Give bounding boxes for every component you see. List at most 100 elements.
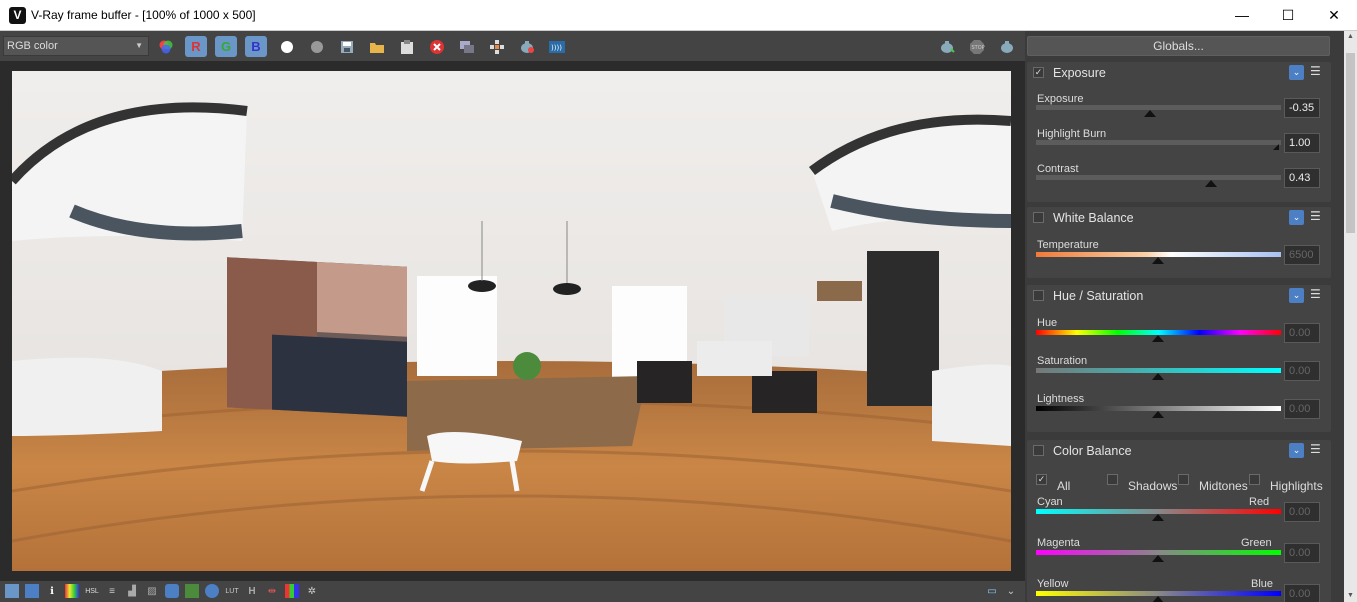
- hamburger-menu-icon[interactable]: ☰: [1310, 443, 1322, 456]
- temperature-slider-thumb[interactable]: [1152, 257, 1164, 264]
- hue-saturation-enable-checkbox[interactable]: [1033, 290, 1044, 301]
- title-bar: V V-Ray frame buffer - [100% of 1000 x 5…: [0, 0, 1357, 31]
- exposure-title: Exposure: [1053, 66, 1106, 80]
- rgb-bars-icon[interactable]: [285, 584, 299, 598]
- chevron-collapse-icon[interactable]: ⌄: [1289, 288, 1304, 303]
- color-corrections-icon[interactable]: [5, 584, 19, 598]
- color-balance-enable-checkbox[interactable]: [1033, 445, 1044, 456]
- stop-render-icon[interactable]: STOP: [966, 36, 988, 57]
- shadows-checkbox[interactable]: [1107, 474, 1118, 485]
- contrast-label: Contrast: [1037, 163, 1079, 175]
- globals-button[interactable]: Globals...: [1027, 36, 1330, 56]
- scroll-up-icon[interactable]: ▲: [1344, 31, 1357, 43]
- all-tones-checkbox[interactable]: ✓: [1036, 474, 1047, 485]
- lens-icon[interactable]: [25, 584, 39, 598]
- white-circle-icon[interactable]: [276, 36, 298, 57]
- chevron-collapse-icon[interactable]: ⌄: [1289, 443, 1304, 458]
- highlight-burn-slider[interactable]: [1036, 140, 1281, 145]
- render-teapot-icon[interactable]: [936, 36, 958, 57]
- hamburger-menu-icon[interactable]: ☰: [1310, 288, 1322, 301]
- channel-select[interactable]: RGB color ▼: [3, 36, 149, 56]
- star-icon[interactable]: ✲: [305, 584, 319, 598]
- magenta-green-value-field[interactable]: 0.00: [1284, 543, 1320, 563]
- exposure-section: ✓ Exposure ⌄ ☰ Exposure -0.35 Highlight …: [1027, 62, 1331, 202]
- lens-effects-icon[interactable]: )))): [546, 36, 568, 57]
- temperature-label: Temperature: [1037, 239, 1099, 251]
- temperature-value-field[interactable]: 6500: [1284, 245, 1320, 265]
- ocio-icon[interactable]: [205, 584, 219, 598]
- hsl-icon[interactable]: HSL: [85, 584, 99, 598]
- highlight-burn-slider-thumb[interactable]: [1273, 144, 1279, 150]
- midtones-checkbox[interactable]: [1178, 474, 1189, 485]
- exposure-label: Exposure: [1037, 93, 1084, 105]
- background-image-icon[interactable]: [165, 584, 179, 598]
- cyan-label: Cyan: [1037, 496, 1063, 508]
- region-render-icon[interactable]: [486, 36, 508, 57]
- chevron-down-double-icon[interactable]: ⌄: [1004, 584, 1018, 598]
- hue-saturation-section: Hue / Saturation ⌄ ☰ Hue 0.00 Saturation…: [1027, 285, 1331, 432]
- yellow-blue-value-field[interactable]: 0.00: [1284, 584, 1320, 602]
- duplicate-vfb-icon[interactable]: [456, 36, 478, 57]
- scrollbar-thumb[interactable]: [1346, 53, 1355, 233]
- info-icon[interactable]: ℹ: [45, 584, 59, 598]
- minimize-button[interactable]: —: [1219, 0, 1265, 31]
- white-balance-title: White Balance: [1053, 211, 1134, 225]
- red-channel-button[interactable]: R: [185, 36, 207, 57]
- interactive-render-teapot-icon[interactable]: [996, 36, 1018, 57]
- yellow-blue-slider-thumb[interactable]: [1152, 596, 1164, 602]
- exposure-value-field[interactable]: -0.35: [1284, 98, 1320, 118]
- chevron-collapse-icon[interactable]: ⌄: [1289, 210, 1304, 225]
- magenta-green-slider-thumb[interactable]: [1152, 555, 1164, 562]
- exposure-slider[interactable]: [1036, 105, 1281, 110]
- hue-value-field[interactable]: 0.00: [1284, 323, 1320, 343]
- histogram-icon[interactable]: ▟: [125, 584, 139, 598]
- maximize-button[interactable]: ☐: [1265, 0, 1311, 31]
- contrast-slider-thumb[interactable]: [1205, 180, 1217, 187]
- highlight-burn-value-field[interactable]: 1.00: [1284, 133, 1320, 153]
- cyan-red-slider-thumb[interactable]: [1152, 514, 1164, 521]
- vray-logo-icon: V: [9, 7, 26, 24]
- contrast-value-field[interactable]: 0.43: [1284, 168, 1320, 188]
- image-viewport[interactable]: [0, 61, 1025, 581]
- channel-select-value: RGB color: [7, 40, 58, 52]
- compare-icon[interactable]: ⇹: [265, 584, 279, 598]
- hamburger-menu-icon[interactable]: ☰: [1310, 65, 1322, 78]
- close-button[interactable]: ✕: [1311, 0, 1357, 31]
- render-last-teapot-icon[interactable]: [516, 36, 538, 57]
- alpha-circle-icon[interactable]: [306, 36, 328, 57]
- color-channels-icon[interactable]: [155, 36, 177, 57]
- scroll-down-icon[interactable]: ▼: [1344, 590, 1357, 602]
- fit-window-icon[interactable]: ▭: [985, 584, 999, 598]
- cyan-red-value-field[interactable]: 0.00: [1284, 502, 1320, 522]
- lut-image-icon[interactable]: [185, 584, 199, 598]
- chevron-collapse-icon[interactable]: ⌄: [1289, 65, 1304, 80]
- blue-channel-label: B: [251, 39, 261, 54]
- lightness-value-field[interactable]: 0.00: [1284, 399, 1320, 419]
- open-folder-icon[interactable]: [366, 36, 388, 57]
- green-label: Green: [1241, 537, 1272, 549]
- clipboard-icon[interactable]: [396, 36, 418, 57]
- hue-label: Hue: [1037, 317, 1058, 329]
- exposure-enable-checkbox[interactable]: ✓: [1033, 67, 1044, 78]
- h-icon[interactable]: H: [245, 584, 259, 598]
- save-image-icon[interactable]: [336, 36, 358, 57]
- green-channel-button[interactable]: G: [215, 36, 237, 57]
- lut-icon[interactable]: LUT: [225, 584, 239, 598]
- exposure-slider-thumb[interactable]: [1144, 110, 1156, 117]
- contrast-slider[interactable]: [1036, 175, 1281, 180]
- saturation-value-field[interactable]: 0.00: [1284, 361, 1320, 381]
- color-balance-icon[interactable]: ≡: [105, 584, 119, 598]
- saturation-slider-thumb[interactable]: [1152, 373, 1164, 380]
- panel-scrollbar[interactable]: ▲ ▼: [1344, 31, 1357, 602]
- curves-icon[interactable]: ▨: [145, 584, 159, 598]
- hamburger-menu-icon[interactable]: ☰: [1310, 210, 1322, 223]
- lightness-slider-thumb[interactable]: [1152, 411, 1164, 418]
- highlights-checkbox[interactable]: [1249, 474, 1260, 485]
- hue-slider-thumb[interactable]: [1152, 335, 1164, 342]
- clear-image-icon[interactable]: [426, 36, 448, 57]
- rendered-image[interactable]: [12, 71, 1011, 571]
- blue-channel-button[interactable]: B: [245, 36, 267, 57]
- levels-icon[interactable]: [65, 584, 79, 598]
- white-balance-enable-checkbox[interactable]: [1033, 212, 1044, 223]
- toolbar: RGB color ▼ R G B )))) STOP: [0, 31, 1025, 61]
